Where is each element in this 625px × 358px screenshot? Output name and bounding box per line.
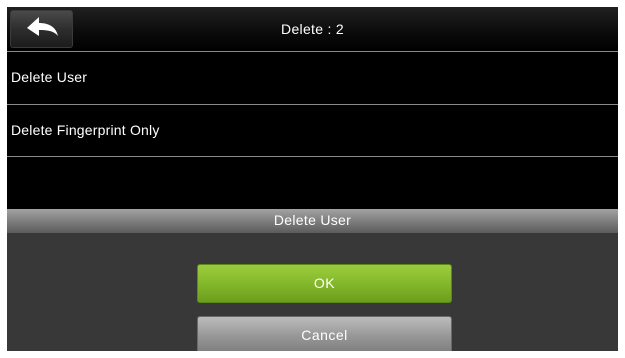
menu-item-empty xyxy=(7,156,618,209)
page-title: Delete : 2 xyxy=(281,21,344,37)
dialog-title: Delete User xyxy=(7,209,618,233)
menu-item-delete-user[interactable]: Delete User xyxy=(7,51,618,103)
back-arrow-icon xyxy=(27,17,58,36)
confirm-dialog: Delete User OK Cancel xyxy=(7,209,618,351)
back-button[interactable] xyxy=(10,10,73,48)
ok-button[interactable]: OK xyxy=(197,264,452,303)
cancel-button[interactable]: Cancel xyxy=(197,316,452,351)
menu-item-delete-fingerprint-only[interactable]: Delete Fingerprint Only xyxy=(7,104,618,156)
header-bar: Delete : 2 xyxy=(7,7,618,51)
device-screen: Delete : 2 Delete User Delete Fingerprin… xyxy=(7,7,618,351)
